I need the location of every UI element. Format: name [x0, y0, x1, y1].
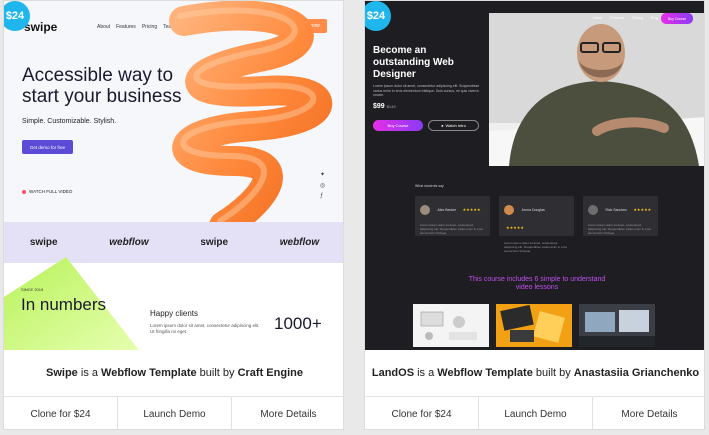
preview-students-label: What students say	[415, 184, 444, 188]
preview-numbers-heading: In numbers	[21, 295, 107, 314]
partner-logo: swipe	[29, 237, 58, 248]
preview-since: SINCE 2019	[21, 287, 44, 292]
preview-text: Lorem ipsum dolor sit amet, consectetur …	[373, 84, 480, 97]
template-caption: LandOS is a Webflow Template built by An…	[365, 350, 704, 397]
more-details-button[interactable]: More Details	[593, 397, 704, 429]
review-name: Rick Sanchez	[605, 207, 627, 212]
caption-text: built by	[532, 367, 574, 379]
caption-text: is a	[77, 367, 102, 379]
template-card-landos: $24 Home Features Pricing Blog Buy Cours…	[364, 0, 705, 430]
preview-cta-button: Get demo for free	[22, 140, 73, 154]
preview-watch-button: ● Watch Intro	[428, 120, 479, 131]
preview-nav-item: Blog	[650, 16, 658, 20]
template-type: Webflow Template	[437, 367, 533, 379]
preview-headline: Accessible way to start your business	[22, 65, 182, 107]
clone-button[interactable]: Clone for $24	[4, 397, 118, 429]
launch-demo-button[interactable]: Launch Demo	[479, 397, 593, 429]
more-details-button[interactable]: More Details	[232, 397, 343, 429]
preview-nav-item: Features	[116, 24, 136, 30]
review-text: Lorem ipsum dolor sit amet, consectetur …	[420, 223, 483, 235]
play-icon: ●	[441, 123, 444, 128]
avatar	[504, 204, 514, 215]
review-card: Rick Sanchez ★★★★★ Lorem ipsum dolor sit…	[583, 196, 658, 236]
instagram-icon: ◎	[320, 183, 326, 189]
template-author: Craft Engine	[237, 367, 303, 379]
desk-items-illustration	[413, 304, 489, 347]
preview-course-line: This course includes 6 simple to underst…	[468, 276, 606, 291]
review-text: Lorem ipsum dolor sit amet, consectetur …	[504, 241, 567, 253]
preview-social-icons: ✦ ◎ ƒ	[320, 171, 325, 199]
preview-happy-text: Lorem ipsum dolor sit amet, consectetur …	[150, 323, 260, 334]
review-stars: ★★★★★	[506, 225, 524, 231]
partner-logo: swipe	[200, 237, 229, 248]
preview-nav: Home Features Pricing Blog	[593, 16, 658, 20]
partner-logo: webflow	[279, 237, 320, 248]
preview-price-note: $149	[386, 104, 396, 109]
preview-nav-item: Features	[610, 16, 625, 20]
lesson-thumbnail	[579, 304, 655, 347]
review-stars: ★★★★★	[633, 207, 652, 213]
review-card: Alex Becker ★★★★★ Lorem ipsum dolor sit …	[415, 196, 490, 236]
template-caption: Swipe is a Webflow Template built by Cra…	[4, 350, 343, 397]
lesson-thumbnail	[413, 304, 489, 347]
preview-headline: Become an outstanding Web Designer	[373, 45, 454, 80]
launch-demo-button[interactable]: Launch Demo	[118, 397, 232, 429]
preview-nav-item: About	[97, 24, 111, 30]
avatar	[588, 204, 598, 215]
caption-text: built by	[196, 367, 238, 379]
preview-count: 1000+	[274, 314, 322, 333]
orange-coil-illustration	[169, 1, 333, 236]
preview-subline: Simple. Customizable. Stylish.	[22, 118, 117, 125]
partner-logo: webflow	[109, 237, 149, 248]
twitter-icon: ✦	[320, 172, 326, 178]
preview-watch-video: WATCH FULL VIDEO	[22, 189, 72, 194]
workstation-illustration	[579, 304, 655, 347]
designer-photo-illustration	[489, 13, 704, 166]
avatar	[420, 204, 430, 215]
template-author: Anastasiia Grianchenko	[573, 367, 700, 379]
template-name: LandOS	[371, 367, 415, 379]
review-card: Jenna Douglas ★★★★★ Lorem ipsum dolor si…	[499, 196, 574, 253]
preview-nav-button: Buy Course	[661, 13, 693, 24]
clone-button[interactable]: Clone for $24	[365, 397, 479, 429]
record-dot-icon	[22, 189, 26, 194]
preview-happy-title: Happy clients	[150, 309, 199, 318]
lesson-thumbnail	[496, 304, 572, 347]
preview-hero-photo	[489, 13, 704, 166]
review-text: Lorem ipsum dolor sit amet, consectetur …	[588, 223, 651, 235]
preview-price: $99 $149	[373, 103, 396, 110]
caption-text: is a	[414, 367, 438, 379]
preview-buy-button: Buy Course	[373, 120, 423, 131]
preview-price-value: $99	[373, 103, 385, 110]
preview-watch-label: Watch Intro	[445, 123, 466, 128]
template-preview-image[interactable]: Home Features Pricing Blog Buy Course Be…	[365, 1, 704, 350]
template-card-swipe: $24 swipe About Features Pricing Team FA…	[3, 0, 344, 430]
template-preview-image[interactable]: swipe About Features Pricing Team FAQ Fe…	[4, 1, 343, 350]
preview-nav-item: Pricing	[632, 16, 643, 20]
orange-books-illustration	[496, 304, 572, 347]
facebook-icon: ƒ	[320, 193, 324, 199]
review-name: Jenna Douglas	[521, 207, 545, 212]
template-name: Swipe	[46, 367, 78, 379]
card-actions: Clone for $24 Launch Demo More Details	[365, 397, 704, 429]
review-name: Alex Becker	[437, 207, 457, 212]
card-actions: Clone for $24 Launch Demo More Details	[4, 397, 343, 429]
preview-nav-item: Home	[593, 16, 603, 20]
preview-logo: swipe	[24, 20, 58, 34]
template-type: Webflow Template	[101, 367, 197, 379]
preview-watch-label: WATCH FULL VIDEO	[29, 189, 73, 194]
review-stars: ★★★★★	[462, 207, 481, 213]
